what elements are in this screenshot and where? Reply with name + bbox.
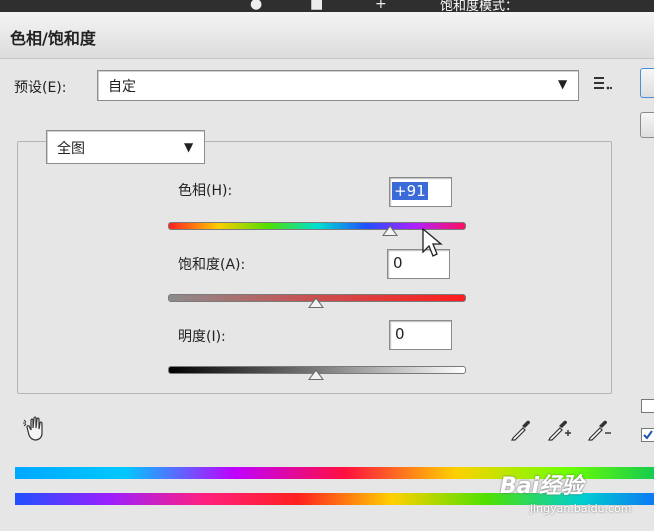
saturation-value: 0	[393, 254, 403, 272]
cancel-button-edge[interactable]	[640, 112, 654, 138]
watermark-logo-text: Bai经验	[500, 474, 584, 499]
lightness-value: 0	[395, 325, 405, 343]
lightness-slider-thumb[interactable]	[308, 369, 324, 380]
hue-input[interactable]: +91	[389, 177, 452, 207]
eyedropper-icon[interactable]	[509, 418, 533, 446]
lightness-input[interactable]: 0	[389, 320, 452, 350]
dialog-titlebar: 色相/饱和度	[0, 12, 654, 59]
baidu-jingyan-watermark: Bai经验 jingyan.baidu.com	[500, 468, 632, 515]
preset-value: 自定	[108, 79, 136, 95]
eyedropper-plus-icon[interactable]	[546, 418, 572, 446]
saturation-mode-label: 饱和度模式：	[440, 0, 519, 12]
chevron-down-icon: ▼	[558, 77, 568, 91]
channel-dropdown[interactable]: 全图 ▼	[46, 130, 205, 164]
hue-label: 色相(H):	[178, 183, 233, 199]
chevron-down-icon: ▼	[184, 140, 194, 154]
watermark-url: jingyan.baidu.com	[530, 502, 632, 515]
tool-square-icon[interactable]: ■	[310, 0, 323, 12]
list-menu-icon[interactable]	[594, 75, 613, 95]
adjustment-groupbox	[17, 141, 612, 394]
preset-label: 预设(E):	[14, 80, 67, 96]
hue-slider-thumb[interactable]	[382, 225, 398, 236]
plus-tool-icon[interactable]: +	[375, 0, 387, 12]
mouse-cursor-icon	[422, 228, 443, 257]
channel-value: 全图	[57, 141, 85, 157]
top-toolbar-strip: ● ■ + 饱和度模式：	[0, 0, 654, 12]
colorize-checkbox[interactable]	[641, 399, 654, 413]
saturation-slider-thumb[interactable]	[308, 297, 324, 308]
preset-dropdown[interactable]: 自定 ▼	[97, 70, 579, 101]
preview-checkbox[interactable]	[641, 428, 654, 442]
saturation-label: 饱和度(A):	[178, 257, 246, 273]
dialog-title: 色相/饱和度	[10, 29, 96, 48]
lightness-label: 明度(I):	[178, 329, 226, 345]
hand-adjust-icon[interactable]	[22, 415, 50, 447]
hue-value: +91	[392, 182, 428, 200]
eyedropper-minus-icon[interactable]	[586, 418, 612, 446]
info-icon[interactable]: ●	[250, 0, 262, 12]
ok-button-edge[interactable]	[640, 68, 654, 98]
